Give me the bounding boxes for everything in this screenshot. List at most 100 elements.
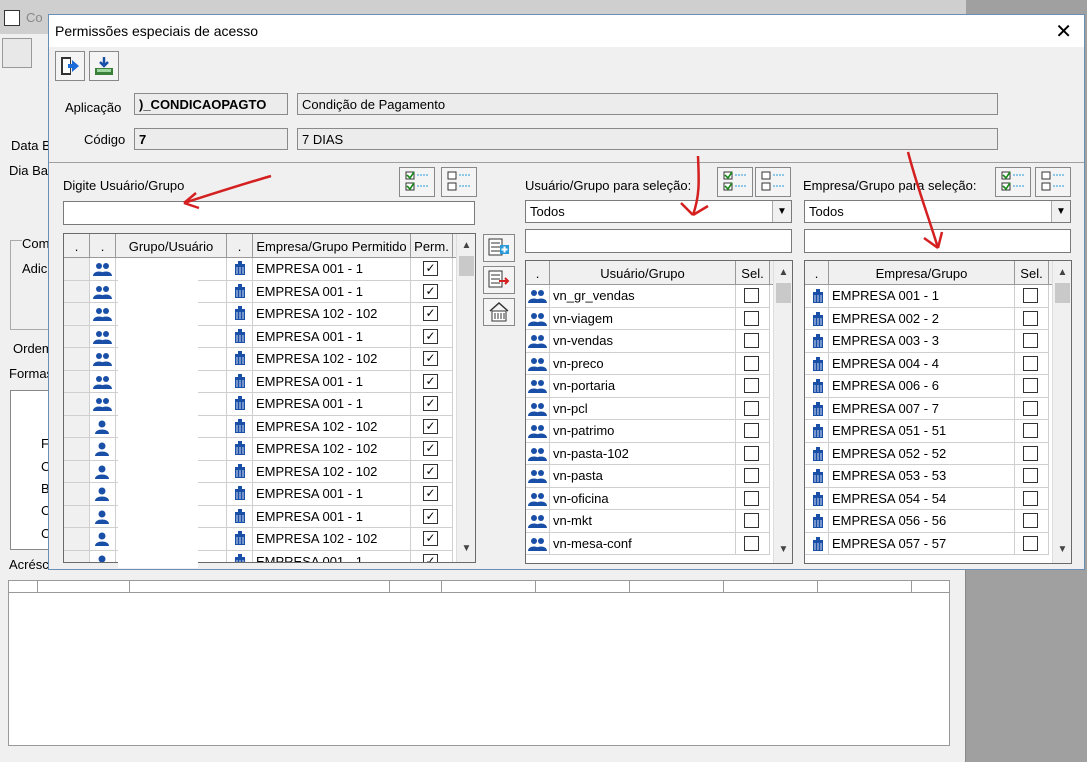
col-sel[interactable]: Sel. — [736, 261, 770, 285]
sel-checkbox[interactable] — [736, 375, 770, 398]
table-row[interactable]: vn-preco — [526, 352, 774, 375]
sel-checkbox[interactable] — [1015, 330, 1049, 353]
table-row[interactable]: vn_gr_vendas — [526, 285, 774, 308]
table-row[interactable]: vn-pasta — [526, 465, 774, 488]
table-row[interactable]: vn-portaria — [526, 375, 774, 398]
sel-checkbox[interactable] — [736, 487, 770, 510]
middle-check-all-button[interactable] — [717, 167, 753, 197]
table-row[interactable]: EMPRESA 056 - 56 — [805, 510, 1053, 533]
background-exit-button[interactable] — [2, 38, 32, 68]
middle-filter-select[interactable]: Todos ▼ — [525, 200, 792, 223]
perm-checkbox[interactable]: ✓ — [411, 258, 453, 281]
sel-checkbox[interactable] — [1015, 532, 1049, 555]
sel-checkbox[interactable] — [1015, 442, 1049, 465]
company-selection-grid[interactable]: . Empresa/Grupo Sel. EMPRESA 001 - 1 EMPR… — [804, 260, 1072, 564]
perm-checkbox[interactable]: ✓ — [411, 505, 453, 528]
perm-checkbox[interactable]: ✓ — [411, 528, 453, 551]
sel-checkbox[interactable] — [736, 510, 770, 533]
right-uncheck-all-button[interactable] — [1035, 167, 1071, 197]
sel-checkbox[interactable] — [736, 465, 770, 488]
table-row[interactable]: EMPRESA 054 - 54 — [805, 487, 1053, 510]
table-row[interactable]: vn-viagem — [526, 307, 774, 330]
sel-checkbox[interactable] — [1015, 487, 1049, 510]
right-check-all-button[interactable] — [995, 167, 1031, 197]
left-check-all-button[interactable] — [399, 167, 435, 197]
left-uncheck-all-button[interactable] — [441, 167, 477, 197]
perm-checkbox[interactable]: ✓ — [411, 325, 453, 348]
sel-checkbox[interactable] — [1015, 510, 1049, 533]
table-row[interactable]: vn-pcl — [526, 397, 774, 420]
perm-checkbox[interactable]: ✓ — [411, 280, 453, 303]
chevron-down-icon[interactable]: ▼ — [1051, 201, 1070, 222]
table-row[interactable]: EMPRESA 053 - 53 — [805, 465, 1053, 488]
perm-checkbox[interactable]: ✓ — [411, 348, 453, 371]
table-row[interactable]: vn-mkt — [526, 510, 774, 533]
middle-search-input[interactable] — [525, 229, 792, 253]
sel-checkbox[interactable] — [1015, 352, 1049, 375]
perm-checkbox[interactable]: ✓ — [411, 415, 453, 438]
perm-checkbox[interactable]: ✓ — [411, 460, 453, 483]
user-group-selection-grid[interactable]: . Usuário/Grupo Sel. vn_gr_vendas vn-viag… — [525, 260, 793, 564]
group-icon — [526, 307, 550, 330]
table-row[interactable]: EMPRESA 002 - 2 — [805, 307, 1053, 330]
acrescimos-grid[interactable] — [8, 580, 950, 746]
table-row[interactable]: EMPRESA 001 - 1 — [805, 285, 1053, 308]
table-row[interactable]: EMPRESA 057 - 57 — [805, 532, 1053, 555]
table-row[interactable]: EMPRESA 051 - 51 — [805, 420, 1053, 443]
row-company: EMPRESA 001 - 1 — [253, 370, 411, 393]
close-icon[interactable]: ✕ — [1055, 19, 1072, 44]
perm-checkbox[interactable]: ✓ — [411, 550, 453, 562]
table-row[interactable]: EMPRESA 006 - 6 — [805, 375, 1053, 398]
col-sel[interactable]: Sel. — [1015, 261, 1049, 285]
building-icon — [805, 442, 829, 465]
middle-uncheck-all-button[interactable] — [755, 167, 791, 197]
sel-checkbox[interactable] — [736, 442, 770, 465]
right-grid-scrollbar[interactable]: ▲ ▼ — [1052, 261, 1071, 563]
table-row[interactable]: EMPRESA 052 - 52 — [805, 442, 1053, 465]
save-button[interactable] — [89, 51, 119, 81]
table-row[interactable]: vn-oficina — [526, 487, 774, 510]
right-filter-select[interactable]: Todos ▼ — [804, 200, 1071, 223]
table-row[interactable]: vn-vendas — [526, 330, 774, 353]
col-empresa-permitido[interactable]: Empresa/Grupo Permitido — [253, 234, 411, 258]
col-grupo-usuario[interactable]: Grupo/Usuário — [116, 234, 227, 258]
group-icon — [90, 325, 116, 348]
left-grid-scrollbar[interactable]: ▲ ▼ — [456, 234, 475, 562]
middle-grid-scrollbar[interactable]: ▲ ▼ — [773, 261, 792, 563]
table-row[interactable]: EMPRESA 003 - 3 — [805, 330, 1053, 353]
sel-checkbox[interactable] — [736, 352, 770, 375]
sel-checkbox[interactable] — [736, 307, 770, 330]
user-group-search-input[interactable] — [63, 201, 475, 225]
sel-checkbox[interactable] — [1015, 375, 1049, 398]
table-row[interactable]: vn-mesa-conf — [526, 532, 774, 555]
sel-checkbox[interactable] — [1015, 420, 1049, 443]
chevron-down-icon[interactable]: ▼ — [772, 201, 791, 222]
sel-checkbox[interactable] — [1015, 397, 1049, 420]
col-usuario-grupo[interactable]: Usuário/Grupo — [550, 261, 736, 285]
add-button[interactable] — [483, 234, 515, 262]
table-row[interactable]: vn-pasta-102 — [526, 442, 774, 465]
right-search-input[interactable] — [804, 229, 1071, 253]
perm-checkbox[interactable]: ✓ — [411, 393, 453, 416]
perm-checkbox[interactable]: ✓ — [411, 483, 453, 506]
sel-checkbox[interactable] — [736, 397, 770, 420]
col-perm[interactable]: Perm. — [411, 234, 453, 258]
apply-button[interactable] — [483, 298, 515, 326]
transfer-button[interactable] — [483, 266, 515, 294]
row-company: EMPRESA 001 - 1 — [253, 280, 411, 303]
perm-checkbox[interactable]: ✓ — [411, 370, 453, 393]
col-empresa-grupo[interactable]: Empresa/Grupo — [829, 261, 1015, 285]
perm-checkbox[interactable]: ✓ — [411, 438, 453, 461]
sel-checkbox[interactable] — [736, 420, 770, 443]
sel-checkbox[interactable] — [736, 285, 770, 308]
exit-button[interactable] — [55, 51, 85, 81]
sel-checkbox[interactable] — [736, 532, 770, 555]
perm-checkbox[interactable]: ✓ — [411, 303, 453, 326]
sel-checkbox[interactable] — [1015, 285, 1049, 308]
sel-checkbox[interactable] — [1015, 465, 1049, 488]
sel-checkbox[interactable] — [736, 330, 770, 353]
table-row[interactable]: vn-patrimo — [526, 420, 774, 443]
sel-checkbox[interactable] — [1015, 307, 1049, 330]
table-row[interactable]: EMPRESA 007 - 7 — [805, 397, 1053, 420]
table-row[interactable]: EMPRESA 004 - 4 — [805, 352, 1053, 375]
